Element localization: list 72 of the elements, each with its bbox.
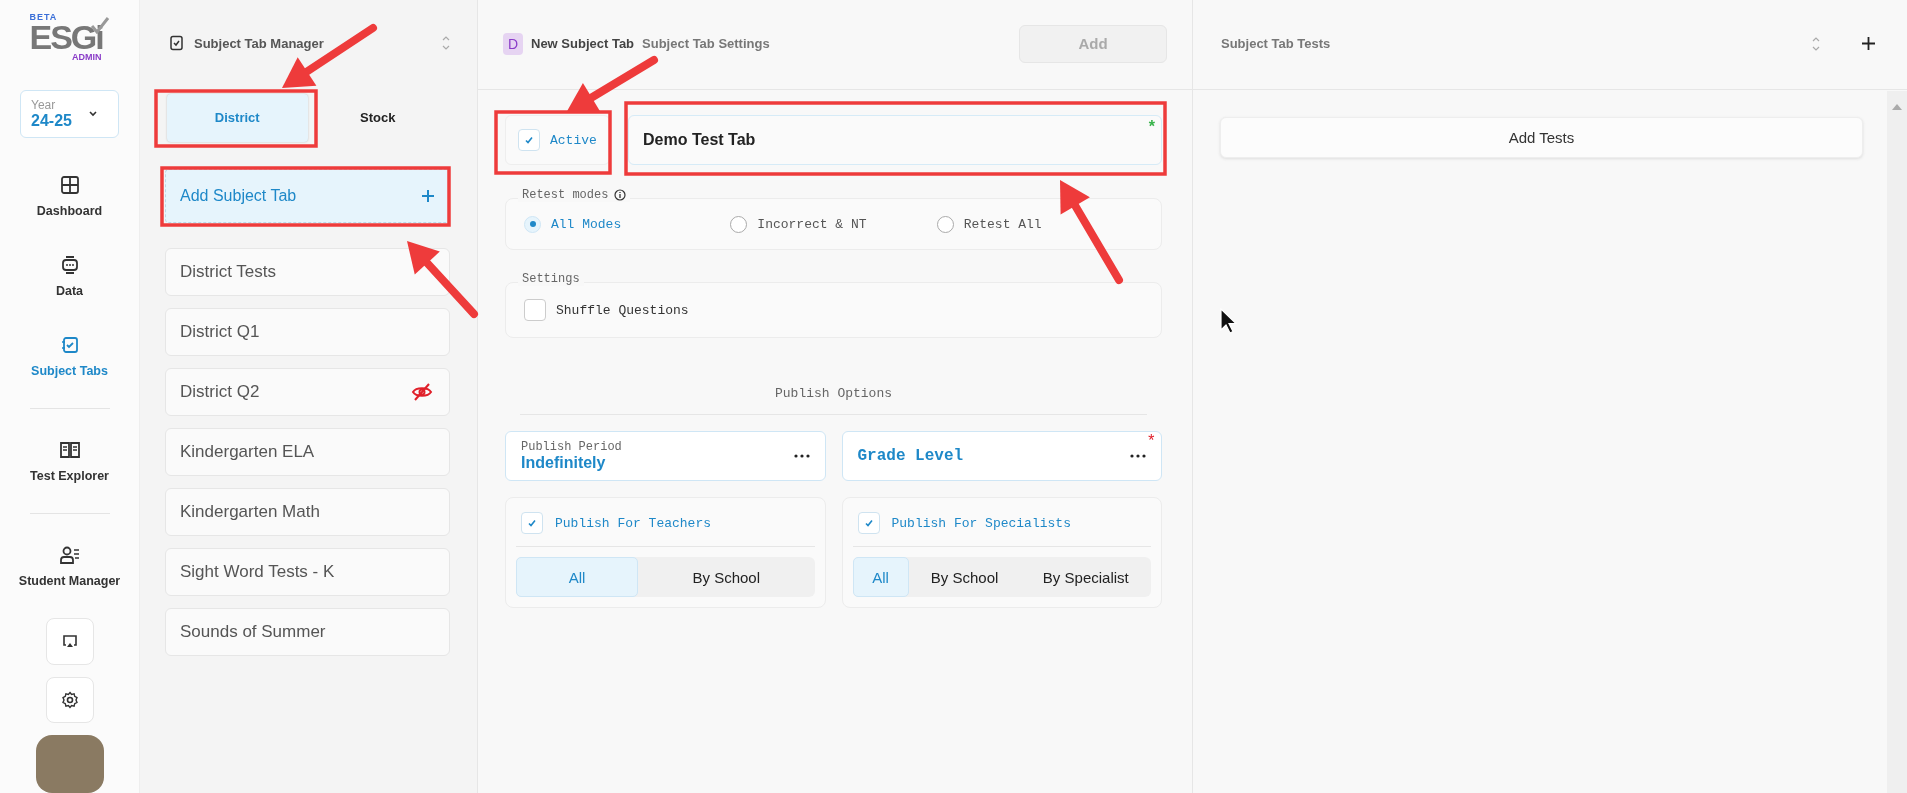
required-mark: * — [1148, 118, 1155, 136]
checkbox[interactable] — [521, 512, 543, 534]
group-legend: Settings — [522, 272, 580, 286]
sort-icon[interactable] — [1812, 35, 1820, 52]
nav-icon — [59, 254, 80, 275]
avatar[interactable] — [35, 735, 104, 793]
radio-label: Incorrect & NT — [757, 216, 867, 232]
sort-icon[interactable] — [442, 35, 450, 51]
scroll-up-icon[interactable] — [1892, 104, 1902, 110]
info-icon[interactable] — [614, 189, 627, 201]
nav-icon — [58, 544, 81, 565]
nav-item[interactable]: Subject Tabs — [4, 326, 135, 387]
required-mark: * — [1146, 433, 1156, 451]
segment[interactable]: All — [516, 557, 638, 597]
segment[interactable]: All — [852, 557, 909, 597]
subject-tab-item[interactable]: Kindergarten Math — [165, 488, 450, 536]
checkbox[interactable] — [518, 129, 540, 151]
screen-cast-icon — [61, 634, 78, 649]
chevron-down-icon — [87, 110, 98, 119]
subject-tab-item[interactable]: Kindergarten ELA — [165, 428, 450, 476]
settings-icon — [60, 690, 79, 709]
subject-tab-item[interactable]: District Tests — [165, 248, 450, 296]
add-tests-button[interactable]: Add Tests — [1220, 117, 1863, 158]
nav-item[interactable]: Test Explorer — [4, 431, 135, 492]
more-icon[interactable] — [1130, 454, 1146, 458]
section-heading: Publish Options — [520, 386, 1147, 415]
nav-icon — [58, 439, 81, 460]
nav-item[interactable]: Dashboard — [4, 166, 135, 227]
checkbox[interactable] — [524, 299, 546, 321]
nav-icon — [59, 174, 80, 195]
settings-button[interactable] — [45, 676, 94, 724]
radio-label: Retest All — [963, 216, 1042, 232]
year-dropdown[interactable]: Year 24-25 — [20, 89, 119, 139]
panel-subtitle: Subject Tab Settings — [642, 36, 771, 51]
segment[interactable]: By School — [908, 557, 1021, 597]
segment[interactable]: By Specialist — [1020, 557, 1151, 597]
grade-level-dropdown[interactable]: Grade Level * — [841, 431, 1162, 481]
screen-cast-button[interactable] — [45, 618, 94, 665]
radio-button[interactable] — [730, 215, 748, 233]
panel-title: New Subject Tab — [531, 36, 635, 51]
nav-item[interactable]: Student Manager — [4, 536, 135, 597]
checklist-icon — [168, 35, 184, 51]
check-icon — [523, 134, 535, 146]
checkbox-label: Shuffle Questions — [556, 302, 689, 318]
checkbox[interactable] — [857, 512, 880, 534]
plus-icon — [421, 189, 435, 203]
cursor-icon — [1220, 308, 1238, 334]
scrollbar[interactable] — [1887, 91, 1907, 793]
subject-tab-item[interactable]: Sight Word Tests - K — [165, 548, 450, 596]
checkbox-label: Publish For Specialists — [891, 515, 1071, 531]
nav-item[interactable]: Data — [4, 246, 135, 307]
panel-title: Subject Tab Tests — [1221, 36, 1332, 51]
radio-label: All Modes — [551, 216, 622, 232]
plus-icon[interactable] — [1862, 37, 1875, 50]
check-icon — [526, 517, 538, 529]
esgi-logo: BETA ESGi ADMIN — [29, 12, 110, 72]
name-input-field[interactable]: Demo Test Tab * — [628, 115, 1162, 165]
panel-title: Subject Tab Manager — [194, 35, 325, 51]
letter-badge: D — [503, 32, 523, 55]
segment[interactable]: By School — [638, 557, 815, 597]
publish-period-dropdown[interactable]: Publish Period Indefinitely — [505, 431, 826, 481]
subject-tab-item[interactable]: Sounds of Summer — [165, 608, 450, 656]
more-icon[interactable] — [793, 454, 810, 458]
group-legend: Retest modes — [522, 188, 609, 202]
subject-tab-item[interactable]: District Q2 — [165, 368, 450, 416]
tab[interactable]: Stock — [307, 93, 448, 142]
radio-button[interactable] — [936, 215, 954, 233]
checkbox-label: Active — [550, 132, 597, 148]
add-subject-tab-button[interactable]: Add Subject Tab — [165, 169, 450, 223]
subject-tab-item[interactable]: District Q1 — [165, 308, 450, 356]
checkbox-label: Publish For Teachers — [555, 515, 712, 531]
nav-icon — [59, 334, 80, 355]
